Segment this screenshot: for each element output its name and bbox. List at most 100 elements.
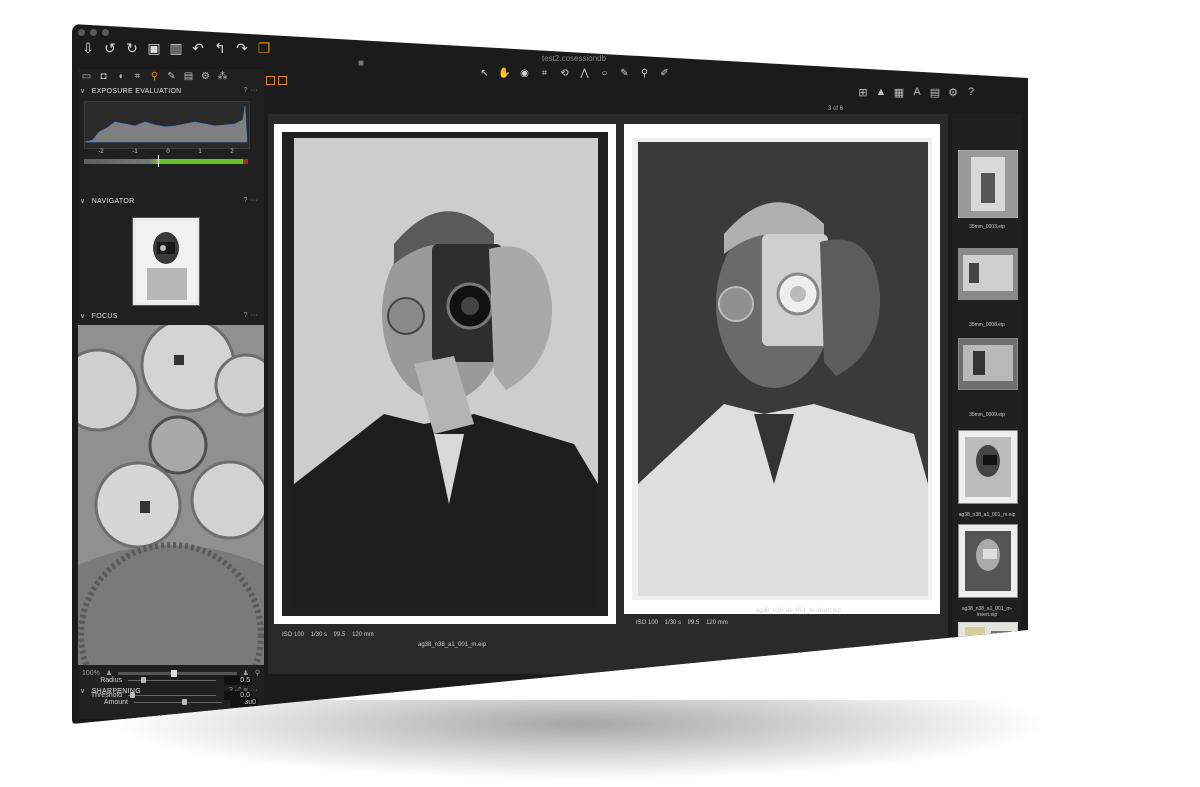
image-viewer[interactable]: 3 of 6 ISO 100 1/30 s f/9.5 120 mm ag38_… bbox=[268, 106, 948, 674]
collapse-caret-icon: ∨ bbox=[80, 88, 86, 95]
warning-icon[interactable]: ▲ bbox=[875, 86, 887, 99]
focus-tab-icon[interactable]: ⚲ bbox=[148, 71, 161, 82]
redo-icon[interactable]: ↷ bbox=[234, 40, 250, 56]
amount-slider[interactable] bbox=[134, 699, 222, 705]
library-tab-icon[interactable]: ▭ bbox=[80, 71, 93, 82]
focus-zoom-slider[interactable] bbox=[118, 669, 237, 677]
guides-icon[interactable]: ▦ bbox=[893, 86, 905, 99]
select-cursor-icon[interactable]: ↖ bbox=[477, 68, 492, 79]
compare-view-icon[interactable] bbox=[278, 76, 287, 85]
main-toolbar: ⇩ ↺ ↻ ▣ ▥ ↶ ↰ ↷ ❐ bbox=[80, 40, 272, 56]
section-tools-icon[interactable]: ? ··· bbox=[244, 312, 258, 319]
output-tab-icon[interactable]: ⚙ bbox=[199, 71, 212, 82]
aperture-value: f/9.5 bbox=[687, 620, 700, 626]
brush-icon[interactable]: ✎ bbox=[617, 68, 632, 79]
exposure-marker bbox=[158, 155, 159, 167]
cursor-tools: ↖ ✋ ◉ ⌗ ⟲ ⋀ ○ ✎ ⚲ ✐ bbox=[477, 68, 672, 79]
adjust-tab-icon[interactable]: ✎ bbox=[165, 71, 178, 82]
zoom-window-button[interactable] bbox=[102, 29, 109, 36]
navigator-section-header[interactable]: ∨ NAVIGATOR ? ··· bbox=[78, 197, 264, 209]
window-controls bbox=[78, 29, 109, 36]
threshold-value-field[interactable]: 0.0 bbox=[224, 691, 252, 700]
filmstrip: 35mm_0003.eip 35mm_0008.eip 35mm_0009.ei… bbox=[952, 114, 1022, 674]
right-toolbar: ⊞ ▲ ▦ A ▤ ⚙ ? bbox=[857, 86, 977, 99]
filmstrip-thumbnail[interactable] bbox=[958, 622, 1018, 668]
picker-icon[interactable]: ⚲ bbox=[637, 68, 652, 79]
collapse-caret-icon: ∨ bbox=[80, 313, 86, 320]
threshold-label: Threshold bbox=[90, 692, 122, 699]
section-tools-icon[interactable]: ? ··· bbox=[244, 87, 258, 94]
focus-section-title: FOCUS bbox=[91, 313, 118, 320]
tag-icon[interactable]: ▣ bbox=[146, 40, 162, 56]
text-icon[interactable]: A bbox=[911, 86, 923, 99]
filmstrip-thumbnail[interactable] bbox=[958, 524, 1018, 598]
exposure-section-header[interactable]: ∨ EXPOSURE EVALUATION ? ··· bbox=[78, 87, 264, 99]
close-window-button[interactable] bbox=[78, 29, 85, 36]
ev-tick: 0 bbox=[166, 149, 170, 155]
focus-section-header[interactable]: ∨ FOCUS ? ··· bbox=[78, 312, 264, 324]
help-icon[interactable]: ? bbox=[965, 86, 977, 99]
minimize-window-button[interactable] bbox=[90, 29, 97, 36]
navigator-thumbnail[interactable] bbox=[132, 217, 200, 306]
radius-label: Radius bbox=[100, 677, 122, 684]
filmstrip-thumbnail[interactable] bbox=[958, 248, 1018, 300]
pan-hand-icon[interactable]: ✋ bbox=[497, 68, 512, 79]
print-icon[interactable]: ▤ bbox=[929, 86, 941, 99]
ev-tick: -2 bbox=[98, 149, 104, 155]
keystone-icon[interactable]: ⋀ bbox=[577, 68, 592, 79]
lens-tab-icon[interactable]: ◖ bbox=[114, 71, 127, 82]
filmstrip-thumbnail[interactable] bbox=[958, 150, 1018, 218]
filmstrip-label: 35mm_0008.eip bbox=[969, 322, 1005, 328]
crop-tab-icon[interactable]: ⌗ bbox=[131, 71, 144, 82]
iso-value: ISO 100 bbox=[282, 632, 305, 638]
rotate-icon[interactable]: ⟲ bbox=[557, 68, 572, 79]
filmstrip-label: ag38_n38_a1_001_m-invert.eip bbox=[961, 606, 1013, 618]
ev-scale: -2 -1 0 1 2 bbox=[84, 149, 248, 155]
viewer-image-inverted[interactable] bbox=[624, 124, 940, 614]
ev-tick: 1 bbox=[198, 149, 202, 155]
undo-back-icon[interactable]: ↰ bbox=[212, 40, 228, 56]
window-shadow bbox=[110, 700, 1050, 780]
stack-icon[interactable]: ❐ bbox=[256, 40, 272, 56]
camera-icon[interactable]: ■ bbox=[358, 58, 364, 69]
search-icon[interactable]: ⚲ bbox=[255, 669, 260, 677]
annotation-icon[interactable]: ✐ bbox=[657, 68, 672, 79]
sharpening-radius-row: Radius 0.5 bbox=[84, 676, 254, 685]
filmstrip-thumbnail[interactable] bbox=[958, 430, 1018, 504]
iso-value: ISO 100 bbox=[636, 620, 659, 626]
circle-mask-icon[interactable]: ○ bbox=[597, 68, 612, 79]
radius-slider[interactable] bbox=[128, 677, 216, 683]
navigator-section-title: NAVIGATOR bbox=[91, 198, 135, 205]
threshold-slider-knob[interactable] bbox=[129, 692, 135, 698]
trash-icon[interactable]: ▥ bbox=[168, 40, 184, 56]
grid-icon[interactable]: ⊞ bbox=[857, 86, 869, 99]
loupe-icon[interactable]: ◉ bbox=[517, 68, 532, 79]
focus-zoom-view[interactable] bbox=[78, 325, 264, 665]
rotate-left-icon[interactable]: ↺ bbox=[102, 40, 118, 56]
ev-tick: 2 bbox=[230, 149, 234, 155]
image-meta-original: ISO 100 1/30 s f/9.5 120 mm bbox=[282, 632, 374, 638]
import-icon[interactable]: ⇩ bbox=[80, 40, 96, 56]
amount-label: Amount bbox=[103, 699, 128, 706]
radius-slider-knob[interactable] bbox=[141, 677, 147, 683]
focal-value: 120 mm bbox=[352, 632, 374, 638]
single-view-icon[interactable] bbox=[266, 76, 275, 85]
crop-icon[interactable]: ⌗ bbox=[537, 68, 552, 79]
threshold-slider[interactable] bbox=[128, 692, 216, 698]
metadata-tab-icon[interactable]: ▤ bbox=[182, 71, 195, 82]
filmstrip-label: 35mm_0003.eip bbox=[969, 224, 1005, 230]
undo-icon[interactable]: ↶ bbox=[190, 40, 206, 56]
rotate-right-icon[interactable]: ↻ bbox=[124, 40, 140, 56]
tool-tabs: ▭ ◘ ◖ ⌗ ⚲ ✎ ▤ ⚙ ⁂ bbox=[78, 69, 264, 82]
radius-value-field[interactable]: 0.5 bbox=[224, 676, 252, 685]
capture-tab-icon[interactable]: ◘ bbox=[97, 71, 110, 82]
section-tools-icon[interactable]: ? ··· bbox=[244, 197, 258, 204]
viewer-image-original[interactable] bbox=[274, 124, 616, 624]
filmstrip-thumbnail[interactable] bbox=[958, 338, 1018, 390]
batch-tab-icon[interactable]: ⁂ bbox=[216, 71, 229, 82]
filmstrip-label: 35mm_0009.eip bbox=[969, 412, 1005, 418]
image-filename-inverted: ag38_n38_a1_001_m-invert.eip bbox=[756, 608, 841, 614]
filmstrip-label: ag38_n38_a1_001_m.eip bbox=[958, 512, 1016, 518]
settings-icon[interactable]: ⚙ bbox=[947, 86, 959, 99]
tools-panel: ▭ ◘ ◖ ⌗ ⚲ ✎ ▤ ⚙ ⁂ ∨ EXPOSURE EVALUATION … bbox=[78, 69, 264, 719]
